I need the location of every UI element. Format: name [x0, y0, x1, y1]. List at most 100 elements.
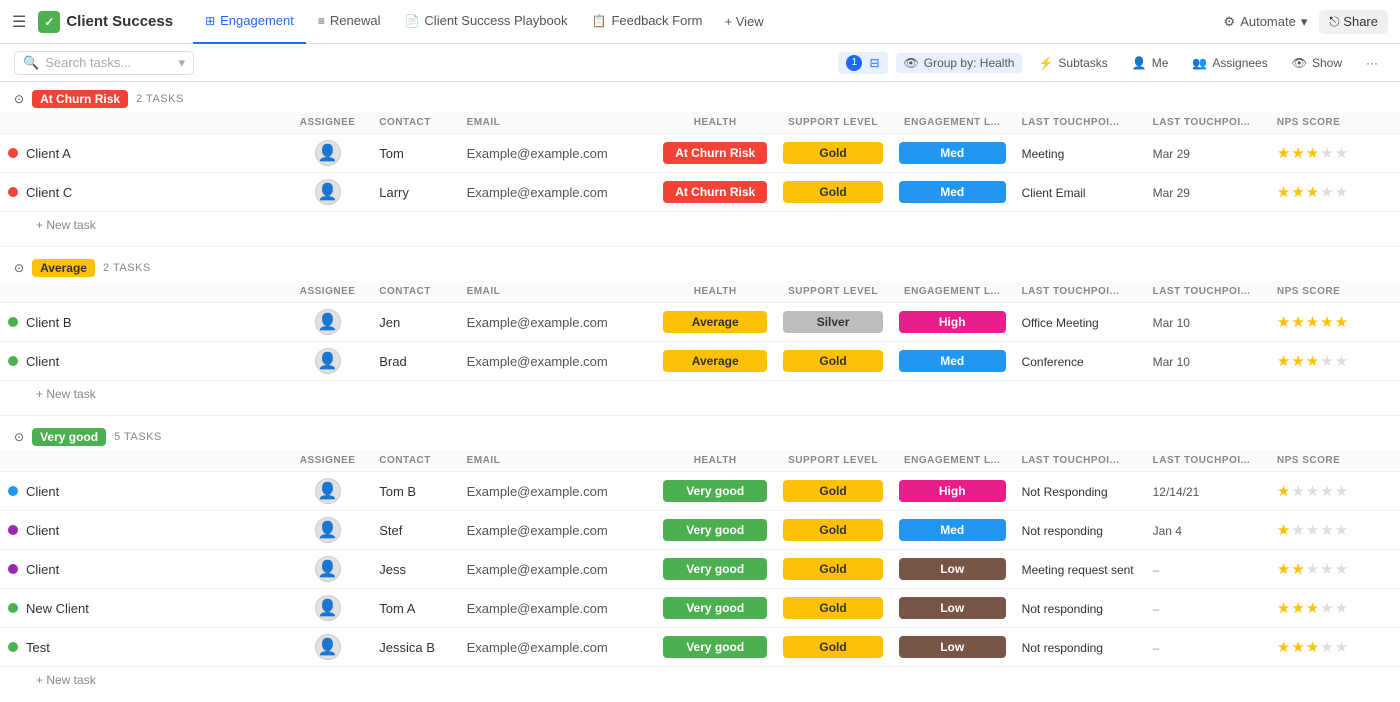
show-button[interactable]: 👁 Show: [1284, 53, 1350, 73]
me-button[interactable]: 👤 Me: [1124, 53, 1177, 73]
section-churn-header: ⊙ At Churn Risk 2 TASKS: [0, 82, 1400, 112]
filter-button[interactable]: 1 ⊟: [838, 52, 887, 74]
automate-chevron-icon: ▾: [1301, 14, 1308, 30]
avatar: 👤: [315, 517, 341, 543]
engagement-cell: High: [891, 472, 1014, 511]
col-header-email: EMAIL: [459, 281, 656, 303]
task-cell[interactable]: Client B: [0, 303, 284, 342]
nps-cell: ★ ★ ★ ★ ★: [1269, 472, 1400, 511]
task-cell[interactable]: Client: [0, 511, 284, 550]
col-header-assignee: ASSIGNEE: [284, 112, 371, 134]
section-average-task-count: 2 TASKS: [103, 262, 151, 274]
touchpoint1-cell: Not responding: [1014, 511, 1145, 550]
task-cell[interactable]: Client: [0, 472, 284, 511]
automate-button[interactable]: ⚙ Automate ▾: [1224, 14, 1308, 30]
share-button[interactable]: ⎋ Share: [1319, 10, 1388, 34]
support-cell: Gold: [775, 511, 891, 550]
nps-cell: ★ ★ ★ ★ ★: [1269, 342, 1400, 381]
task-cell[interactable]: Client A: [0, 134, 284, 173]
avatar: 👤: [315, 348, 341, 374]
contact-cell: Tom: [371, 134, 458, 173]
nps-cell: ★ ★ ★ ★ ★: [1269, 628, 1400, 667]
email-cell: Example@example.com: [459, 589, 656, 628]
person-icon: 👤: [318, 481, 338, 501]
task-cell[interactable]: New Client: [0, 589, 284, 628]
star-3: ★: [1306, 183, 1319, 201]
toolbar-right: 1 ⊟ 👁 Group by: Health ⚡ Subtasks 👤 Me 👥…: [838, 52, 1386, 74]
assignee-cell: 👤: [284, 511, 371, 550]
section-churn-toggle[interactable]: ⊙: [14, 92, 24, 106]
section-churn-task-count: 2 TASKS: [136, 93, 184, 105]
touchpoint2-cell: –: [1145, 628, 1269, 667]
contact-cell: Stef: [371, 511, 458, 550]
star-rating: ★ ★ ★ ★ ★: [1277, 313, 1392, 331]
person-icon: 👤: [318, 520, 338, 540]
col-header-nps: NPS SCORE: [1269, 112, 1400, 134]
engagement-cell: Low: [891, 589, 1014, 628]
col-header-health: HEALTH: [655, 112, 775, 134]
add-task-average[interactable]: + New task: [0, 381, 1400, 407]
star-rating: ★ ★ ★ ★ ★: [1277, 183, 1392, 201]
col-header-support: SUPPORT LEVEL: [775, 112, 891, 134]
health-cell: Very good: [655, 628, 775, 667]
person-icon: 👤: [318, 312, 338, 332]
table-row: Client 👤 Tom B Example@example.com Very …: [0, 472, 1400, 511]
tab-renewal[interactable]: ≡ Renewal: [306, 0, 393, 44]
touchpoint2-cell: Mar 29: [1145, 134, 1269, 173]
star-rating: ★ ★ ★ ★ ★: [1277, 638, 1392, 656]
add-task-verygood[interactable]: + New task: [0, 667, 1400, 693]
task-status-dot: [8, 356, 18, 366]
tab-playbook[interactable]: 📄 Client Success Playbook: [392, 0, 579, 44]
task-cell[interactable]: Client C: [0, 173, 284, 212]
star-rating: ★ ★ ★ ★ ★: [1277, 599, 1392, 617]
add-view-button[interactable]: + View: [715, 14, 774, 29]
section-average-table: ASSIGNEE CONTACT EMAIL HEALTH SUPPORT LE…: [0, 281, 1400, 381]
section-average-toggle[interactable]: ⊙: [14, 261, 24, 275]
col-header-email: EMAIL: [459, 112, 656, 134]
support-cell: Gold: [775, 550, 891, 589]
nps-cell: ★ ★ ★ ★ ★: [1269, 511, 1400, 550]
hamburger-menu-icon[interactable]: ☰: [12, 12, 26, 32]
more-button[interactable]: ···: [1358, 53, 1386, 73]
add-task-churn[interactable]: + New task: [0, 212, 1400, 238]
task-status-dot: [8, 603, 18, 613]
group-by-button[interactable]: 👁 Group by: Health: [896, 53, 1023, 73]
col-header-touchpoint1: LAST TOUCHPOI...: [1014, 112, 1145, 134]
col-header-engagement: ENGAGEMENT L...: [891, 112, 1014, 134]
subtasks-button[interactable]: ⚡ Subtasks: [1030, 53, 1115, 73]
task-status-dot: [8, 187, 18, 197]
section-verygood-toggle[interactable]: ⊙: [14, 430, 24, 444]
assignees-button[interactable]: 👥 Assignees: [1184, 53, 1275, 73]
share-icon: ⎋: [1329, 14, 1339, 29]
task-status-dot: [8, 317, 18, 327]
search-box[interactable]: 🔍 Search tasks... ▾: [14, 51, 194, 75]
star-5: ★: [1335, 183, 1348, 201]
support-cell: Gold: [775, 173, 891, 212]
support-cell: Gold: [775, 589, 891, 628]
assignee-cell: 👤: [284, 550, 371, 589]
contact-cell: Tom A: [371, 589, 458, 628]
task-cell[interactable]: Test: [0, 628, 284, 667]
touchpoint2-cell: 12/14/21: [1145, 472, 1269, 511]
star-rating: ★ ★ ★ ★ ★: [1277, 352, 1392, 370]
tab-feedback[interactable]: 📋 Feedback Form: [580, 0, 715, 44]
search-dropdown-icon: ▾: [178, 55, 185, 71]
engagement-cell: Med: [891, 511, 1014, 550]
col-header-health: HEALTH: [655, 450, 775, 472]
health-cell: Average: [655, 303, 775, 342]
task-status-dot: [8, 564, 18, 574]
playbook-tab-icon: 📄: [404, 14, 419, 28]
task-cell[interactable]: Client: [0, 550, 284, 589]
col-header-engagement: ENGAGEMENT L...: [891, 450, 1014, 472]
contact-cell: Brad: [371, 342, 458, 381]
col-header-touchpoint2: LAST TOUCHPOI...: [1145, 281, 1269, 303]
table-row: Test 👤 Jessica B Example@example.com Ver…: [0, 628, 1400, 667]
tab-engagement[interactable]: ⊞ Engagement: [193, 0, 306, 44]
email-cell: Example@example.com: [459, 511, 656, 550]
divider: [0, 246, 1400, 247]
section-churn-table: ASSIGNEE CONTACT EMAIL HEALTH SUPPORT LE…: [0, 112, 1400, 212]
touchpoint2-cell: Mar 10: [1145, 303, 1269, 342]
task-cell[interactable]: Client: [0, 342, 284, 381]
contact-cell: Jessica B: [371, 628, 458, 667]
nav-tabs: ⊞ Engagement ≡ Renewal 📄 Client Success …: [193, 0, 774, 44]
